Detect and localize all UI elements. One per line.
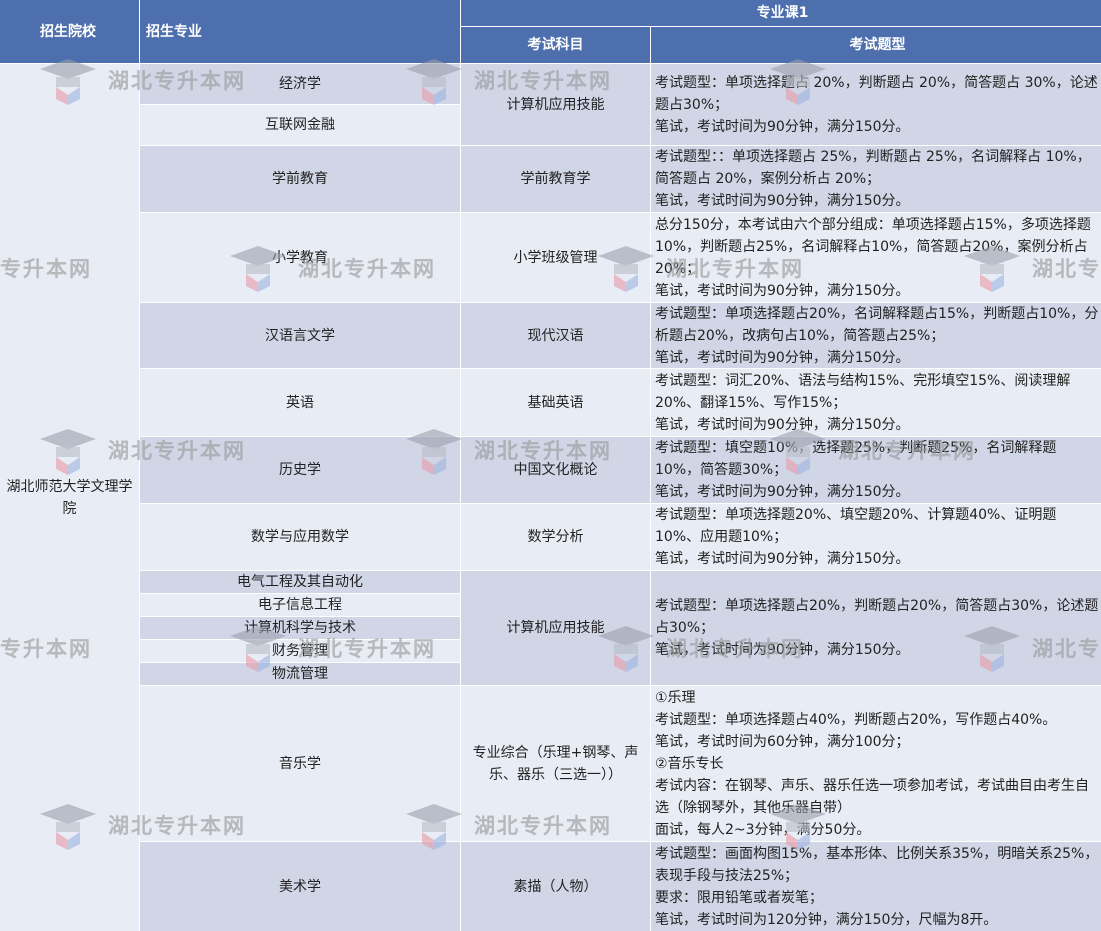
types-text: 考试题型：单项选择题占20%，判断题占20%，简答题占30%，论述题占30%； …: [655, 598, 1099, 658]
major-cell: 汉语言文学: [140, 303, 460, 368]
subject-cell: 计算机应用技能: [461, 571, 650, 685]
major-cell: 历史学: [140, 437, 460, 503]
major-cell: 物流管理: [140, 663, 460, 685]
major-cell: 音乐学: [140, 686, 460, 841]
header-school: 招生院校: [0, 0, 139, 63]
subject-cell: 计算机应用技能: [461, 64, 650, 145]
major-cell: 电气工程及其自动化: [140, 571, 460, 593]
major-cell: 电子信息工程: [140, 594, 460, 616]
major-cell: 小学教育: [140, 213, 460, 302]
subject-cell: 中国文化概论: [461, 437, 650, 503]
header-major: 招生专业: [140, 0, 460, 63]
types-text: 考试题型：：单项选择题占 25%，判断题占 25%，名词解释占 10%，简答题占…: [655, 149, 1091, 209]
types-text: 考试题型：单项选择题占20%，名词解释题占15%，判断题占10%，分析题占20%…: [655, 305, 1099, 366]
types-cell: 考试题型：单项选择题20%、填空题20%、计算题40%、证明题10%、应用题10…: [651, 504, 1101, 570]
types-text: 考试题型：画面构图15%，基本形体、比例关系35%，明暗关系25%，表现手段与技…: [655, 845, 1099, 928]
types-cell: 考试题型：单项选择题占20%，名词解释题占15%，判断题占10%，分析题占20%…: [651, 303, 1101, 368]
types-cell: 考试题型：单项选择题占20%，判断题占20%，简答题占30%，论述题占30%； …: [651, 571, 1101, 685]
types-text: ①乐理 考试题型：单项选择题占40%，判断题占20%，写作题占40%。 笔试，考…: [655, 689, 1089, 838]
types-text: 总分150分，本考试由六个部分组成：单项选择题占15%，多项选择题10%，判断题…: [655, 216, 1091, 299]
types-cell: 考试题型：填空题10%，选择题25%，判断题25%，名词解释题10%，简答题30…: [651, 437, 1101, 503]
major-cell: 英语: [140, 369, 460, 436]
header-subject: 考试科目: [461, 27, 650, 63]
subject-cell: 学前教育学: [461, 146, 650, 212]
types-cell: 考试题型：单项选择题占 20%，判断题占 20%，简答题占 30%，论述题占30…: [651, 64, 1101, 145]
types-cell: 考试题型：画面构图15%，基本形体、比例关系35%，明暗关系25%，表现手段与技…: [651, 842, 1101, 931]
types-text: 考试题型：填空题10%，选择题25%，判断题25%，名词解释题10%，简答题30…: [655, 440, 1057, 500]
major-cell: 美术学: [140, 842, 460, 931]
major-cell: 学前教育: [140, 146, 460, 212]
types-cell: ①乐理 考试题型：单项选择题占40%，判断题占20%，写作题占40%。 笔试，考…: [651, 686, 1101, 841]
subject-cell: 现代汉语: [461, 303, 650, 368]
types-cell: 考试题型：词汇20%、语法与结构15%、完形填空15%、阅读理解20%、翻译15…: [651, 369, 1101, 436]
subject-cell: 数学分析: [461, 504, 650, 570]
major-cell: 互联网金融: [140, 105, 460, 145]
exam-table: 招生院校 招生专业 专业课1 考试科目 考试题型 湖北师范大学文理学院 经济学 …: [0, 0, 1101, 931]
header-types: 考试题型: [651, 27, 1101, 63]
types-text: 考试题型：词汇20%、语法与结构15%、完形填空15%、阅读理解20%、翻译15…: [655, 372, 1071, 433]
types-cell: 总分150分，本考试由六个部分组成：单项选择题占15%，多项选择题10%，判断题…: [651, 213, 1101, 302]
header-group: 专业课1: [461, 0, 1101, 26]
subject-cell: 小学班级管理: [461, 213, 650, 302]
types-cell: 考试题型：：单项选择题占 25%，判断题占 25%，名词解释占 10%，简答题占…: [651, 146, 1101, 212]
types-text: 考试题型：单项选择题20%、填空题20%、计算题40%、证明题10%、应用题10…: [655, 507, 1057, 567]
types-text: 考试题型：单项选择题占 20%，判断题占 20%，简答题占 30%，论述题占30…: [655, 74, 1098, 135]
major-cell: 数学与应用数学: [140, 504, 460, 570]
subject-cell: 素描（人物）: [461, 842, 650, 931]
school-cell: 湖北师范大学文理学院: [0, 64, 139, 931]
school-name: 湖北师范大学文理学院: [6, 478, 133, 517]
major-cell: 经济学: [140, 64, 460, 104]
subject-text: 专业综合（乐理+钢琴、声乐、器乐（三选一））: [472, 744, 639, 783]
major-cell: 财务管理: [140, 640, 460, 662]
subject-cell: 基础英语: [461, 369, 650, 436]
major-cell: 计算机科学与技术: [140, 617, 460, 639]
subject-cell: 专业综合（乐理+钢琴、声乐、器乐（三选一））: [461, 686, 650, 841]
